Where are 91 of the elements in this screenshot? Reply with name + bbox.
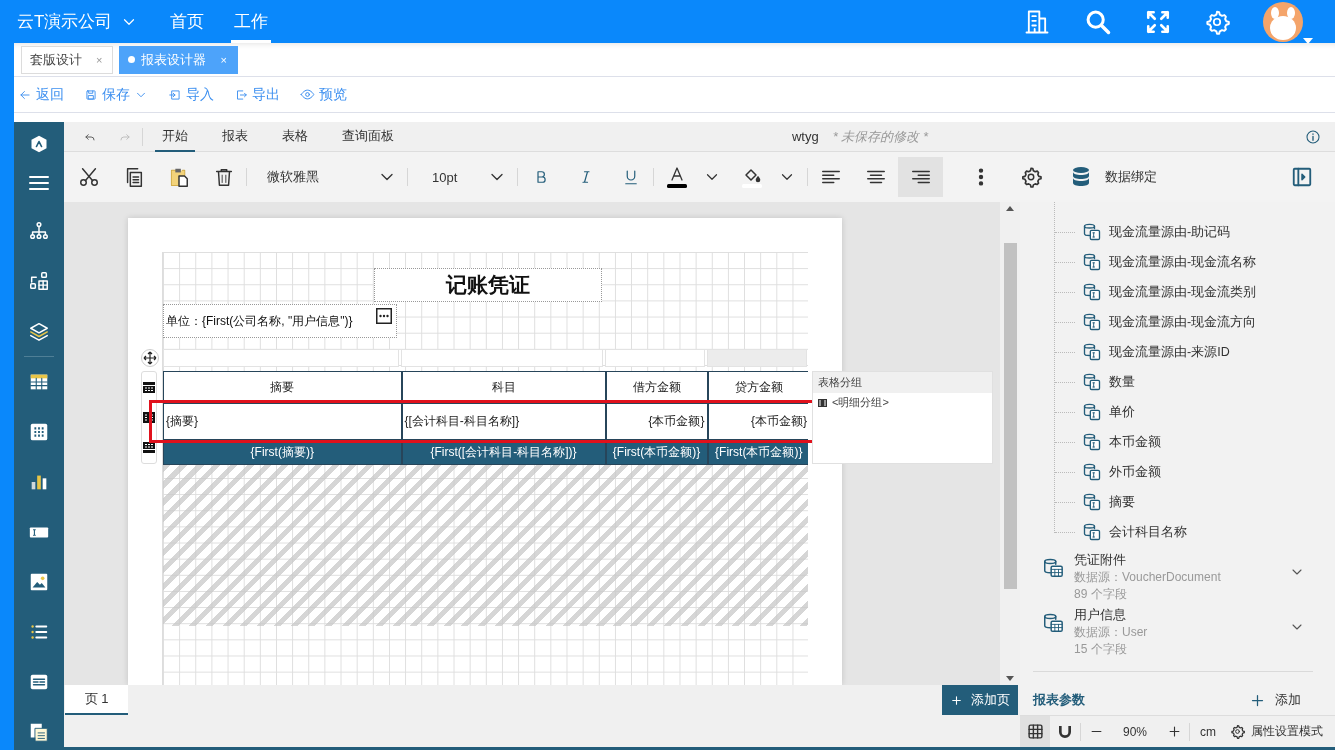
ribbon-tab[interactable]: 查询面板 xyxy=(335,121,401,152)
header-cell[interactable]: 摘要 xyxy=(163,371,402,403)
plus-icon xyxy=(950,693,963,707)
field-item[interactable]: 现金流量源由-助记码 xyxy=(1020,217,1335,247)
fullscreen-icon[interactable] xyxy=(1145,8,1171,35)
scissors-icon[interactable] xyxy=(77,166,100,188)
report-title[interactable]: 记账凭证 xyxy=(374,268,602,302)
params-title: 报表参数 xyxy=(1033,691,1085,710)
font-color-icon[interactable] xyxy=(664,165,689,189)
add-param-button[interactable]: 添加 xyxy=(1244,690,1307,711)
field-item[interactable]: 摘要 xyxy=(1020,487,1335,517)
grid-toggle-icon[interactable] xyxy=(1026,723,1044,740)
grid-icon[interactable] xyxy=(28,421,50,443)
org-tree-icon[interactable] xyxy=(28,220,50,242)
unit-selector[interactable]: cm xyxy=(1200,724,1216,739)
field-icon xyxy=(1082,462,1102,482)
align-button[interactable] xyxy=(898,157,943,197)
company-name[interactable]: 云T演示公司 xyxy=(17,10,113,33)
field-icon xyxy=(1082,432,1102,452)
dataset-item[interactable]: 凭证附件 数据源：VoucherDocument 89 个字段 xyxy=(1020,547,1335,602)
group-panel-title: 表格分组 xyxy=(813,372,992,393)
field-icon xyxy=(1082,402,1102,422)
components-icon[interactable] xyxy=(28,270,50,292)
logo-icon xyxy=(29,134,49,154)
field-item[interactable]: 现金流量源由-现金流名称 xyxy=(1020,247,1335,277)
property-mode-button[interactable]: 属性设置模式 xyxy=(1230,723,1323,740)
field-item[interactable]: 现金流量源由-现金流类别 xyxy=(1020,277,1335,307)
scroll-up-icon[interactable] xyxy=(1006,206,1014,211)
move-handle-icon[interactable] xyxy=(141,349,159,367)
dataset-icon xyxy=(1042,612,1064,634)
dataset-item[interactable]: 用户信息 数据源：User 15 个字段 xyxy=(1020,602,1335,657)
settings-icon xyxy=(1230,724,1245,739)
document-tab[interactable]: 套版设计 × xyxy=(21,45,114,74)
field-icon xyxy=(1082,282,1102,302)
layers-icon[interactable] xyxy=(28,320,50,342)
eye-icon xyxy=(300,87,315,102)
field-item[interactable]: 现金流量源由-现金流方向 xyxy=(1020,307,1335,337)
report-icon[interactable] xyxy=(28,721,50,743)
more-icon[interactable] xyxy=(376,308,392,324)
footer-row-icon[interactable] xyxy=(143,442,155,454)
field-item[interactable]: 单价 xyxy=(1020,397,1335,427)
caret-icon[interactable] xyxy=(1303,37,1313,44)
save-icon xyxy=(84,87,98,102)
font-size-select[interactable]: 10pt xyxy=(422,160,507,194)
field-item[interactable]: 现金流量源由-来源ID xyxy=(1020,337,1335,367)
nav-tab[interactable]: 首页 xyxy=(167,0,207,43)
page-tab[interactable]: 页 1 xyxy=(65,685,128,715)
ribbon-tab[interactable]: 表格 xyxy=(275,121,315,152)
nav-tab[interactable]: 工作 xyxy=(231,0,271,43)
plus-icon xyxy=(1250,692,1265,708)
scroll-down-icon[interactable] xyxy=(1006,676,1014,681)
dataset-icon xyxy=(1042,557,1064,579)
detail-group-icon xyxy=(818,398,827,407)
field-icon xyxy=(1082,312,1102,332)
font-family-select[interactable]: 微软雅黑 xyxy=(257,160,397,194)
import-icon xyxy=(168,87,182,102)
image-icon[interactable] xyxy=(28,571,50,593)
header-row-icon[interactable] xyxy=(143,381,155,393)
field-item[interactable]: 会计科目名称 xyxy=(1020,517,1335,547)
field-item[interactable]: 外币金额 xyxy=(1020,457,1335,487)
header-cell[interactable]: 贷方金额 xyxy=(707,371,808,403)
panel-toggle-icon[interactable] xyxy=(1291,166,1313,188)
add-page-button[interactable]: 添加页 xyxy=(942,685,1018,715)
plus-icon[interactable] xyxy=(1166,724,1182,739)
magnet-icon[interactable] xyxy=(1057,723,1073,740)
import-link[interactable]: 导入 xyxy=(168,85,214,104)
detail-row-icon[interactable] xyxy=(143,412,155,423)
unit-textbox[interactable]: 单位：{First(公司名称, "用户信息")} xyxy=(163,304,397,338)
back-link[interactable]: 返回 xyxy=(18,85,64,104)
field-item[interactable]: 数量 xyxy=(1020,367,1335,397)
zoom-level: 90% xyxy=(1122,724,1148,739)
field-icon xyxy=(1082,372,1102,392)
settings-icon[interactable] xyxy=(1019,166,1042,188)
data-binding-button[interactable]: 数据绑定 xyxy=(1105,168,1157,186)
report-name: wtyg xyxy=(791,129,819,144)
avatar-icon[interactable] xyxy=(1263,1,1303,42)
field-icon xyxy=(1082,342,1102,362)
export-icon xyxy=(234,87,248,102)
group-item[interactable]: <明细分组> xyxy=(813,393,992,412)
info-icon[interactable] xyxy=(1305,128,1321,145)
header-cell[interactable]: 科目 xyxy=(401,371,606,403)
export-link[interactable]: 导出 xyxy=(234,85,280,104)
unsaved-status: * 未保存的修改 * xyxy=(832,127,929,146)
field-item[interactable]: 本币金额 xyxy=(1020,427,1335,457)
field-icon xyxy=(1082,492,1102,512)
field-icon xyxy=(1082,252,1102,272)
header-cell[interactable]: 借方金额 xyxy=(605,371,708,403)
ribbon-tab[interactable]: 报表 xyxy=(215,121,255,152)
scrollbar-thumb[interactable] xyxy=(1003,243,1017,589)
field-icon xyxy=(1082,222,1102,242)
field-icon xyxy=(1082,522,1102,542)
